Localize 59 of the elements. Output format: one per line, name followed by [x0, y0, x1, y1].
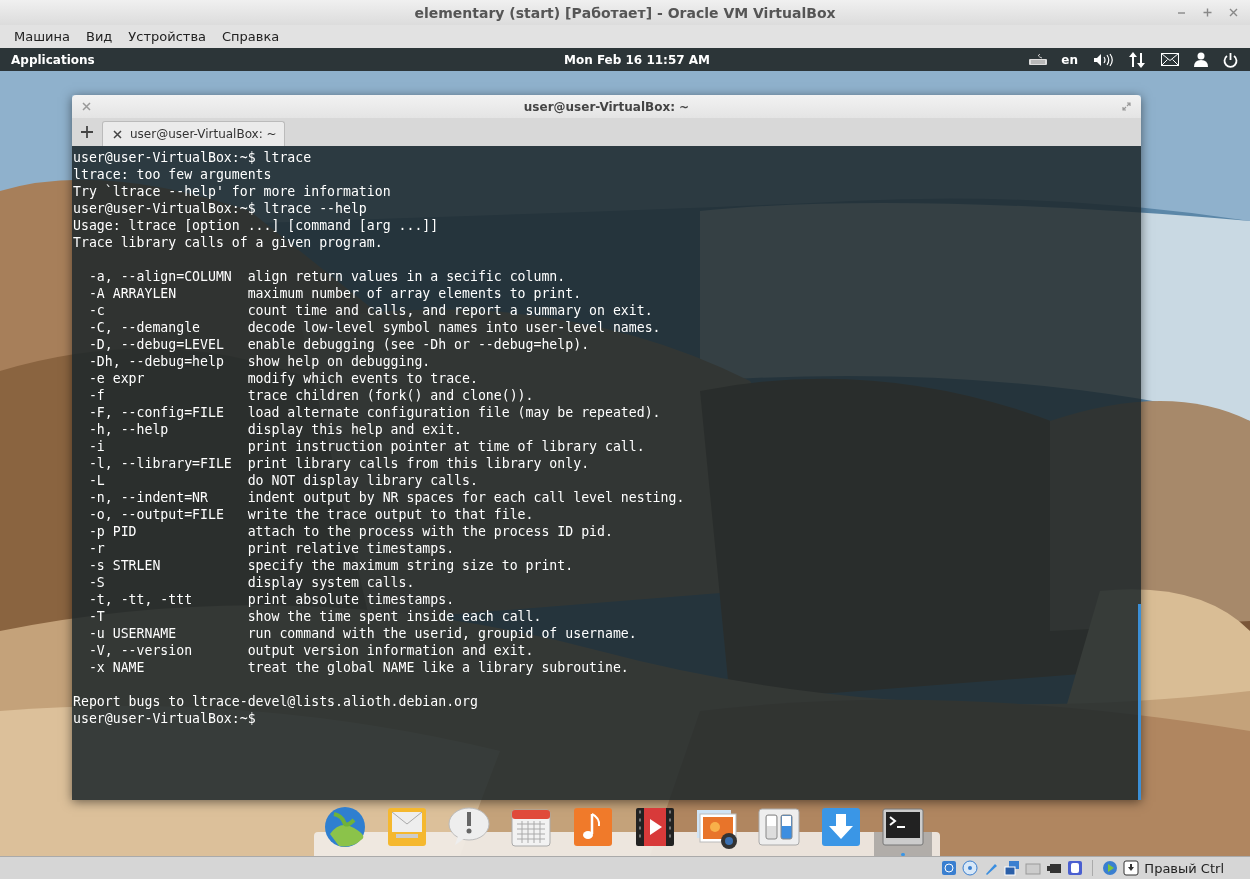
running-indicator	[901, 853, 905, 856]
terminal-line: -p PID attach to the process with the process ID pid.	[87, 523, 614, 540]
chip-icon[interactable]	[1067, 860, 1084, 876]
new-tab-icon[interactable]	[81, 126, 93, 138]
power-icon[interactable]	[1223, 51, 1238, 68]
terminal-line: Usage: ltrace [option ...] [command [arg ...]]	[73, 217, 440, 234]
globe-icon[interactable]	[322, 804, 368, 850]
terminal-line: -r print relative timestamps.	[87, 540, 456, 557]
volume-icon[interactable]	[1093, 52, 1113, 67]
terminal-line: Trace library calls of a given program.	[73, 234, 384, 251]
terminal-line: -t, -tt, -ttt print absolute timestamps.	[87, 591, 456, 608]
window-title: elementary (start) [Работает] - Oracle VM VirtualBox	[414, 4, 836, 21]
terminal-tab[interactable]: user@user-VirtualBox: ~	[102, 121, 285, 146]
close-icon[interactable]	[113, 129, 122, 139]
terminal-line: -F, --config=FILE load alternate configuration file (may be repeated).	[87, 404, 662, 421]
network-icon[interactable]	[1004, 860, 1021, 876]
terminal-line: -l, --library=FILE print library calls from this library only.	[87, 455, 591, 472]
maximize-icon[interactable]	[1122, 102, 1131, 111]
terminal-line: -h, --help display this help and exit.	[87, 421, 464, 438]
terminal-line: user@user-VirtualBox:~$ ltrace --help	[73, 200, 368, 217]
terminal-line: -Dh, --debug=help show help on debugging.	[87, 353, 432, 370]
terminal-line: Report bugs to ltrace-devel@lists.alioth.debian.org	[73, 693, 479, 710]
clock[interactable]: Mon Feb 16 11:57 AM	[564, 52, 710, 67]
terminal-line: -o, --output=FILE write the trace output to that file.	[87, 506, 535, 523]
keyboard-icon[interactable]	[1028, 53, 1049, 66]
terminal-line: -s STRLEN specify the maximum string size to print.	[87, 557, 575, 574]
terminal-line: user@user-VirtualBox:~$	[73, 710, 257, 727]
terminal-line: -D, --debug=LEVEL enable debugging (see -Dh or --debug=help).	[87, 336, 591, 353]
user-icon[interactable]	[1194, 52, 1208, 67]
applications-menu[interactable]: Applications	[0, 52, 95, 67]
terminal-line: -e expr modify which events to trace.	[87, 370, 479, 387]
optical-disc-icon[interactable]	[962, 860, 979, 876]
terminal-line: -i print instruction pointer at time of library call.	[87, 438, 646, 455]
terminal-line: -u USERNAME run command with the userid, groupid of username.	[87, 625, 638, 642]
terminal-line: -L do NOT display library calls.	[87, 472, 479, 489]
scrollbar[interactable]	[1138, 604, 1141, 800]
menu-item[interactable]: Справка	[214, 29, 288, 44]
host-key-label: Правый Ctrl	[1144, 860, 1224, 876]
mail-icon[interactable]	[1161, 53, 1179, 66]
maximize-icon[interactable]	[1203, 8, 1212, 17]
window-title: user@user-VirtualBox: ~	[523, 99, 690, 114]
terminal-line: -S display system calls.	[87, 574, 416, 591]
terminal-line: ltrace: too few arguments	[73, 166, 273, 183]
terminal-line: -n, --indent=NR indent output by NR spaces for each call level nesting.	[87, 489, 686, 506]
menu-item[interactable]: Вид	[78, 29, 121, 44]
menu-item[interactable]: Устройства	[120, 29, 214, 44]
network-icon[interactable]	[1128, 50, 1146, 69]
terminal-line: Try `ltrace --help' for more information	[73, 183, 392, 200]
terminal-line: -C, --demangle decode low-level symbol names into user-level names.	[87, 319, 662, 336]
terminal-line: -f trace children (fork() and clone()).	[87, 387, 535, 404]
terminal-line: -T show the time spent inside each call.	[87, 608, 543, 625]
menu-item[interactable]: Машина	[6, 29, 78, 44]
terminal-line: -x NAME treat the global NAME like a library subroutine.	[87, 659, 630, 676]
terminal-line: -A ARRAYLEN maximum number of array elements to print.	[87, 285, 583, 302]
language-indicator[interactable]: en	[1061, 52, 1078, 67]
terminal-line: -V, --version output version information and exit.	[87, 642, 535, 659]
terminal-line: -a, --align=COLUMN align return values in a secific column.	[87, 268, 567, 285]
terminal-line: -c count time and calls, and report a summary on exit.	[87, 302, 654, 319]
terminal-line: user@user-VirtualBox:~$ ltrace	[73, 149, 313, 166]
